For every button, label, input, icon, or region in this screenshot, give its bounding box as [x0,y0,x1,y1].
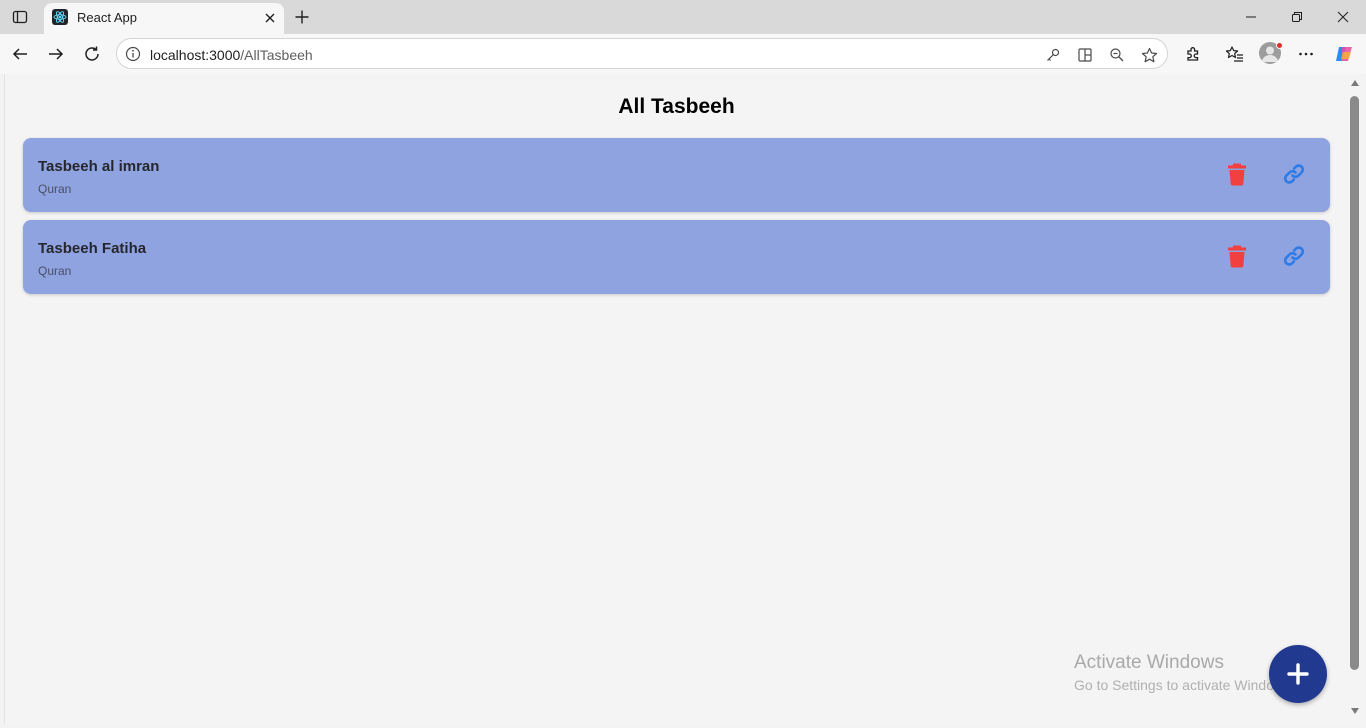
react-logo-icon [52,9,68,25]
page-title: All Tasbeeh [618,95,735,118]
forward-icon[interactable] [42,40,70,68]
more-options-icon[interactable] [1292,40,1320,68]
new-tab-button[interactable] [289,4,315,30]
close-tab-icon[interactable] [260,8,280,28]
copilot-icon[interactable] [1330,40,1358,68]
trash-icon[interactable] [1225,242,1249,270]
tasbeeh-category: Quran [38,182,72,196]
favorites-icon[interactable] [1220,40,1248,68]
notification-dot [1276,42,1283,49]
url-text: localhost:3000/AllTasbeeh [150,47,313,63]
tasbeeh-category: Quran [38,264,72,278]
extensions-icon[interactable] [1179,40,1207,68]
favorite-star-icon[interactable] [1139,45,1159,65]
add-tasbeeh-button[interactable] [1269,645,1327,703]
tasbeeh-card[interactable]: Tasbeeh al imran Quran [23,138,1330,212]
trash-icon[interactable] [1225,160,1249,188]
activate-windows-title: Activate Windows [1074,652,1224,673]
refresh-icon[interactable] [78,40,106,68]
immersive-reader-icon[interactable] [1075,45,1095,65]
scroll-down-icon[interactable] [1351,708,1359,714]
restore-icon[interactable] [1274,0,1320,34]
link-icon[interactable] [1281,160,1307,188]
key-icon[interactable] [1043,45,1063,65]
page-scrollbar[interactable] [1347,74,1362,724]
link-icon[interactable] [1281,242,1307,270]
tab-actions-icon[interactable] [6,4,34,30]
browser-tab-strip: React App [0,0,1366,34]
url-path: /AllTasbeeh [240,47,313,63]
scroll-up-icon[interactable] [1351,80,1359,86]
tasbeeh-card[interactable]: Tasbeeh Fatiha Quran [23,220,1330,294]
tab-react-app[interactable]: React App [44,3,284,34]
site-info-icon[interactable] [125,46,141,62]
browser-toolbar: localhost:3000/AllTasbeeh [0,34,1366,74]
zoom-out-icon[interactable] [1107,45,1127,65]
url-host: localhost:3000 [150,47,241,63]
tasbeeh-name: Tasbeeh Fatiha [38,240,147,257]
back-icon[interactable] [6,40,34,68]
close-window-icon[interactable] [1320,0,1366,34]
tab-title: React App [77,10,137,25]
scroll-thumb[interactable] [1350,96,1359,670]
address-bar[interactable]: localhost:3000/AllTasbeeh [116,38,1168,69]
activate-windows-subtitle: Go to Settings to activate Windows. [1074,677,1295,693]
minimize-icon[interactable] [1228,0,1274,34]
page-viewport: All Tasbeeh Tasbeeh al imran Quran Tasbe… [4,74,1347,724]
plus-icon [1287,663,1309,685]
tasbeeh-name: Tasbeeh al imran [38,158,160,175]
